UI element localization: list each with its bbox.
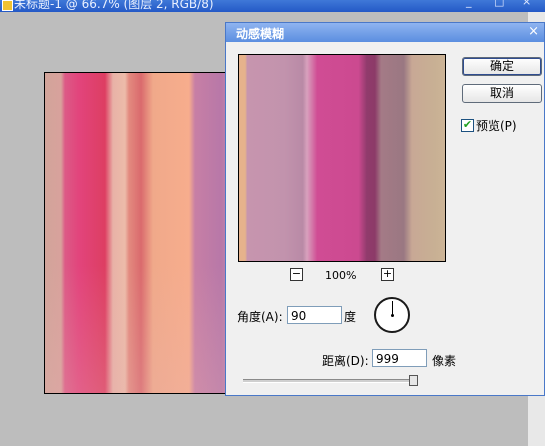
document-titlebar: 未标题-1 @ 66.7% (图层 2, RGB/8) _ □ × [0,0,545,12]
angle-dial-center [391,314,394,317]
close-icon[interactable]: × [522,0,531,8]
ok-button[interactable]: 确定 [462,57,542,76]
distance-slider-thumb[interactable] [408,375,418,386]
dialog-titlebar[interactable]: 动感模糊 × [226,23,544,42]
angle-dial-needle [392,301,393,315]
distance-input[interactable]: 999 [372,349,427,367]
preview-checkbox[interactable]: ✔ [461,119,474,132]
motion-blur-dialog: 动感模糊 × − 100% + 确定 取消 ✔ 预览(P) 角度(A): 90 … [225,22,545,396]
zoom-in-button[interactable]: + [381,268,394,281]
dialog-title: 动感模糊 [236,27,285,41]
angle-input[interactable]: 90 [287,306,342,324]
filter-preview[interactable] [238,54,446,262]
preview-label: 预览(P) [476,119,517,133]
angle-label: 角度(A): [237,310,283,324]
maximize-icon[interactable]: □ [494,0,504,8]
zoom-out-button[interactable]: − [290,268,303,281]
minimize-icon[interactable]: _ [466,0,472,8]
document-title: 未标题-1 @ 66.7% (图层 2, RGB/8) [14,0,214,11]
angle-unit: 度 [344,310,357,324]
dialog-close-icon[interactable]: × [528,24,539,39]
zoom-level: 100% [325,269,357,282]
distance-label: 距离(D): [322,354,369,368]
distance-unit: 像素 [432,354,457,368]
photoshop-doc-icon [2,0,13,11]
angle-dial[interactable] [374,297,410,333]
distance-slider-track[interactable] [243,379,413,383]
document-canvas[interactable] [44,72,246,394]
cancel-button[interactable]: 取消 [462,84,542,103]
